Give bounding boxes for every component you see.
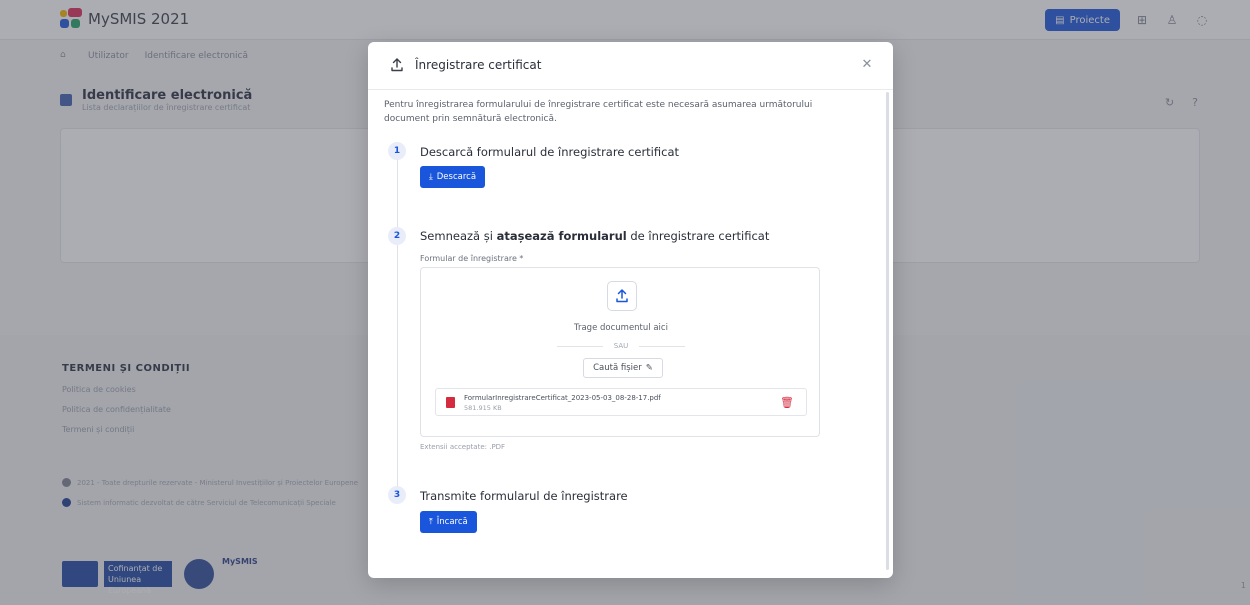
step-1-number: 1	[388, 142, 406, 160]
upload-submit-label: Încarcă	[436, 517, 468, 527]
accepted-extensions-note: Extensii acceptate: .PDF	[420, 443, 506, 451]
drop-instruction: Trage documentul aici	[574, 323, 668, 333]
download-button-label: Descarcă	[436, 172, 477, 182]
download-button[interactable]: ⤓ Descarcă	[420, 166, 486, 188]
uploaded-file-row: FormularInregistrareCertificat_2023-05-0…	[435, 388, 807, 416]
modal-intro-text: Pentru înregistrarea formularului de înr…	[384, 100, 813, 124]
uploaded-file-name: FormularInregistrareCertificat_2023-05-0…	[464, 394, 661, 402]
upload-area-icon	[607, 281, 637, 311]
step-2-title-part1: Semnează	[420, 229, 484, 243]
step-1-title: Descarcă formularul de înregistrare cert…	[420, 145, 679, 159]
step-2-title-part2: și	[483, 229, 497, 243]
step-2-title-part4: de înregistrare certificat	[626, 229, 770, 243]
form-field-label: Formular de înregistrare *	[420, 254, 524, 263]
paperclip-icon: ✎	[645, 363, 653, 373]
upload-submit-button[interactable]: ⤒ Încarcă	[420, 511, 477, 533]
modal-header: Înregistrare certificat ✕	[368, 42, 893, 90]
or-separator: SAU	[557, 342, 685, 350]
modal-scrollbar[interactable]	[886, 92, 889, 570]
modal-title: Înregistrare certificat	[415, 58, 542, 72]
browse-file-button[interactable]: Caută fișier ✎	[583, 358, 663, 378]
step-2-title: Semnează și atașează formularul de înreg…	[420, 229, 769, 243]
upload-small-icon: ⤒	[429, 517, 433, 527]
pdf-file-icon	[446, 397, 455, 408]
browse-file-label: Caută fișier	[593, 363, 642, 373]
download-icon: ⤓	[429, 172, 433, 182]
step-2-number: 2	[388, 227, 406, 245]
close-icon[interactable]: ✕	[859, 57, 875, 73]
upload-icon	[389, 57, 405, 73]
step-2-title-part3: atașează formularul	[496, 229, 627, 243]
step-3-number: 3	[388, 486, 406, 504]
certificate-registration-modal: Înregistrare certificat ✕ Pentru înregis…	[368, 42, 893, 578]
uploaded-file-size: 581.915 KB	[464, 404, 502, 412]
delete-file-icon[interactable]: 🗑	[780, 396, 794, 409]
steps-timeline	[397, 152, 398, 497]
file-dropzone[interactable]: Trage documentul aici SAU Caută fișier ✎…	[420, 267, 820, 437]
step-3-title: Transmite formularul de înregistrare	[420, 489, 628, 503]
